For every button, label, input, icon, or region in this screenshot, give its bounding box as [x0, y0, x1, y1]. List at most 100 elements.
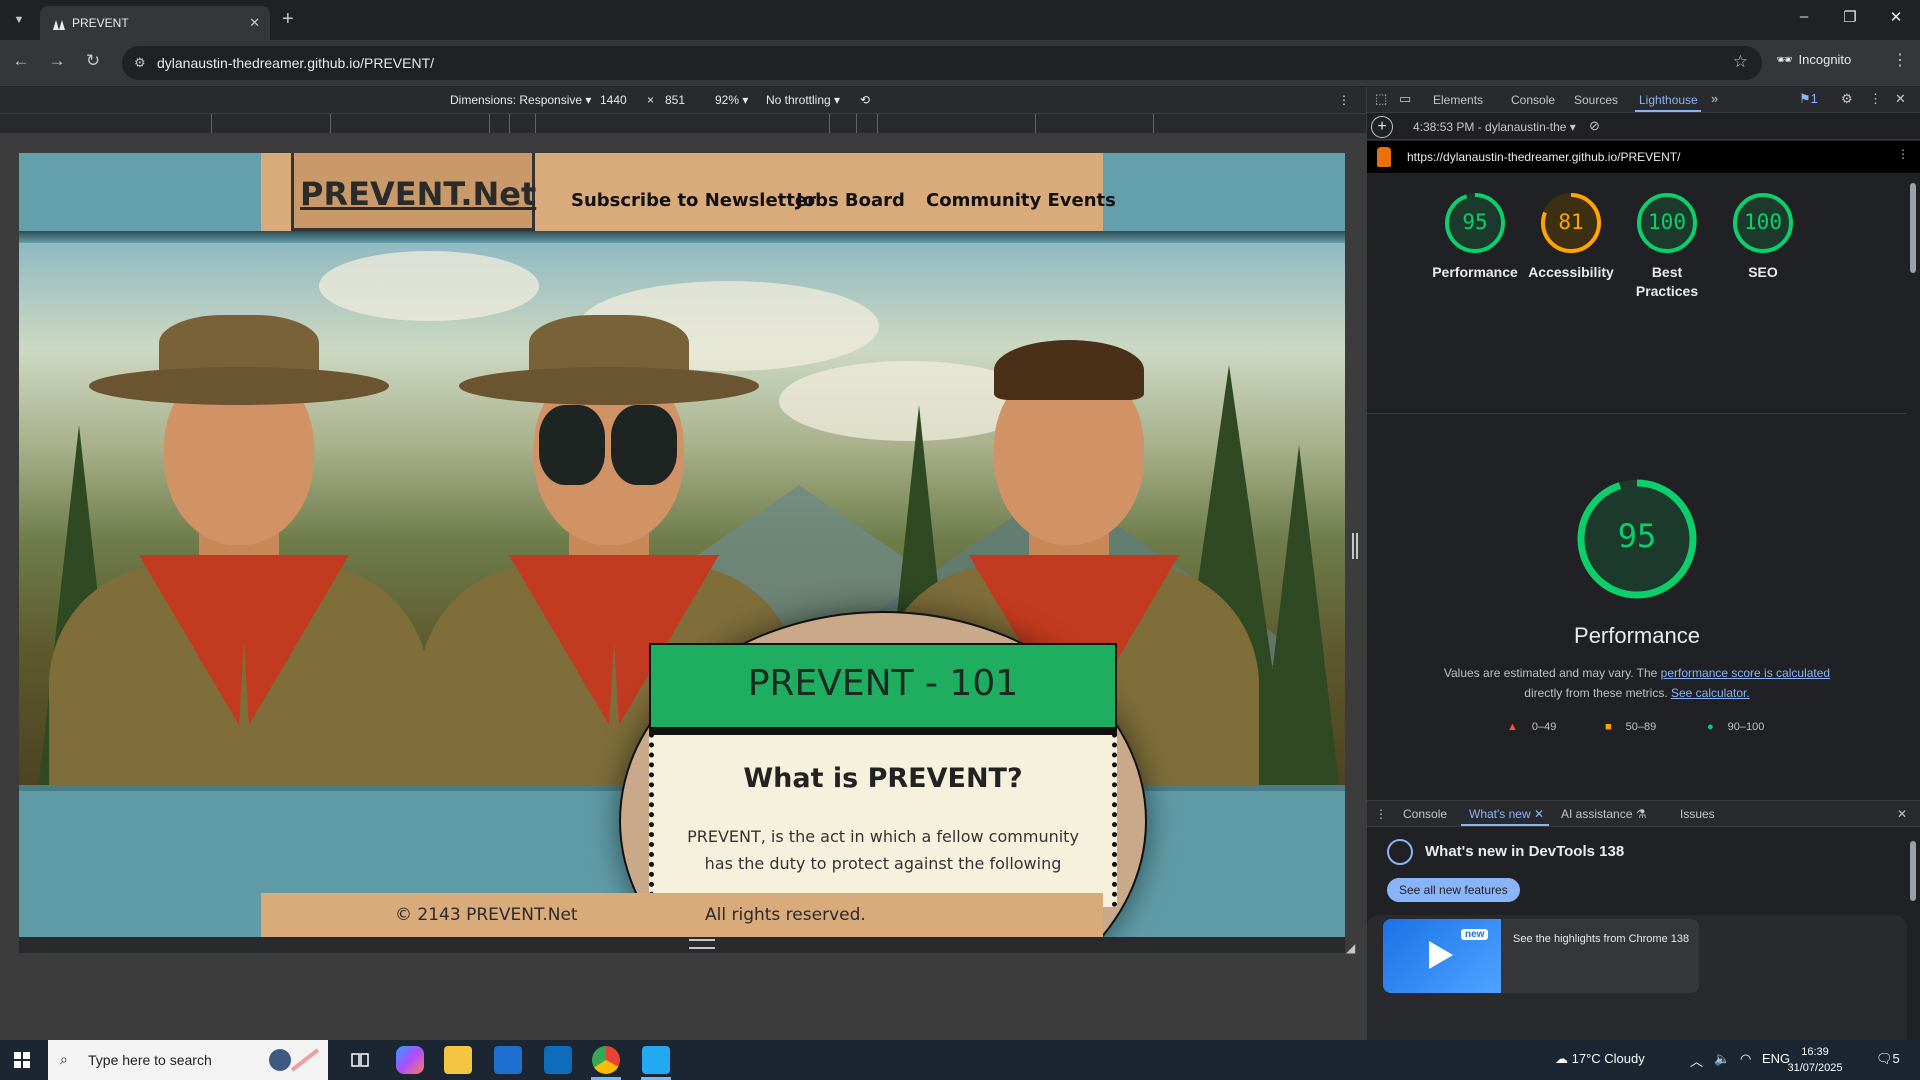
score-gauge-performance[interactable]: 95 Performance	[1427, 191, 1523, 282]
outlook-icon[interactable]	[544, 1046, 572, 1074]
restore-icon[interactable]: ❐	[1830, 8, 1870, 26]
devtools-menu-icon[interactable]: ⋮	[1869, 91, 1882, 107]
scout-left	[49, 315, 429, 785]
file-explorer-icon[interactable]	[444, 1046, 472, 1074]
taskbar-search-placeholder[interactable]: Type here to search	[88, 1052, 212, 1068]
tab-sources[interactable]: Sources	[1574, 93, 1618, 107]
score-gauge-seo[interactable]: 100 SEO	[1715, 191, 1811, 282]
wifi-icon[interactable]: ◠	[1740, 1051, 1751, 1067]
new-tab-button[interactable]: +	[282, 9, 294, 29]
windows-start-icon[interactable]	[14, 1052, 30, 1068]
highlight-text[interactable]: See the highlights from Chrome 138	[1513, 933, 1689, 945]
new-badge: new	[1461, 929, 1489, 940]
task-view-icon[interactable]	[346, 1046, 374, 1074]
score-gauge-accessibility[interactable]: 81 Accessibility	[1523, 191, 1619, 282]
forward-icon[interactable]: →	[46, 51, 68, 71]
tab-console[interactable]: Console	[1511, 93, 1555, 107]
drawer-tab-whats-new[interactable]: What's new ✕	[1469, 807, 1544, 821]
media-query-ruler[interactable]	[0, 113, 1366, 134]
url-text[interactable]: dylanaustin-thedreamer.github.io/PREVENT…	[157, 55, 434, 71]
dimensions-select[interactable]: Dimensions: Responsive ▾	[450, 93, 591, 107]
see-calculator-link[interactable]: See calculator.	[1671, 686, 1750, 700]
back-icon[interactable]: ←	[10, 51, 32, 71]
note-prefix: Values are estimated and may vary. The	[1443, 666, 1661, 680]
close-devtools-icon[interactable]: ✕	[1895, 91, 1906, 107]
nav-jobs-board[interactable]: Jobs Board	[796, 190, 905, 211]
highlight-video-item[interactable]: new See the highlights from Chrome 138	[1383, 919, 1699, 993]
viewport-resize-bar[interactable]	[19, 937, 1345, 953]
volume-icon[interactable]: 🔈	[1714, 1051, 1730, 1067]
side-resize-handle[interactable]	[1352, 533, 1358, 559]
height-input[interactable]: 851	[665, 93, 685, 107]
close-window-icon[interactable]: ✕	[1876, 8, 1916, 26]
zoom-value: 92%	[715, 93, 740, 107]
incognito-indicator[interactable]: 🕶 Incognito	[1776, 52, 1851, 68]
throttling-select[interactable]: No throttling ▾	[766, 93, 840, 107]
drawer-tab-ai-assistance[interactable]: AI assistance ⚗	[1561, 807, 1646, 821]
close-whats-new-icon[interactable]: ✕	[1534, 807, 1544, 821]
nav-newsletter[interactable]: Subscribe to Newsletter	[571, 190, 816, 211]
corner-resize-icon[interactable]: ◢	[1346, 941, 1355, 955]
search-icon: ⌕	[60, 1051, 68, 1067]
drawer-menu-icon[interactable]: ⋮	[1375, 807, 1387, 821]
report-scrollbar[interactable]	[1908, 173, 1918, 763]
drawer-tab-issues[interactable]: Issues	[1680, 807, 1715, 821]
rotate-icon[interactable]: ⟲	[860, 93, 870, 107]
chrome-menu-icon[interactable]: ⋮	[1892, 50, 1908, 70]
score-calculated-link[interactable]: performance score is calculated	[1661, 666, 1830, 680]
settings-gear-icon[interactable]: ⚙	[1841, 91, 1853, 107]
device-toggle-icon[interactable]: ▭	[1399, 91, 1411, 107]
play-icon	[1429, 941, 1453, 969]
clock[interactable]: 16:39 31/07/2025	[1780, 1044, 1850, 1076]
browser-tab[interactable]: PREVENT ✕	[40, 6, 270, 40]
score-gauge-best-practices[interactable]: 100 Best Practices	[1619, 191, 1715, 301]
inspect-element-icon[interactable]: ⬚	[1375, 91, 1387, 107]
report-options-icon[interactable]: ⋮	[1897, 147, 1909, 161]
tab-elements[interactable]: Elements	[1433, 93, 1483, 107]
report-select[interactable]: 4:38:53 PM - dylanaustin-the ▾	[1413, 120, 1576, 134]
see-all-features-button[interactable]: See all new features	[1387, 878, 1520, 902]
new-report-icon[interactable]: +	[1371, 116, 1393, 138]
taskbar-search-box[interactable]: ⌕ Type here to search	[48, 1040, 328, 1080]
score-note: Values are estimated and may vary. The p…	[1427, 663, 1847, 703]
emulated-viewport: PREVENT.Net Subscribe to Newsletter Jobs…	[0, 133, 1366, 1048]
bookmark-star-icon[interactable]: ☆	[1733, 52, 1748, 72]
zoom-select[interactable]: 92% ▾	[715, 93, 748, 107]
big-score-value: 95	[1617, 517, 1657, 555]
score-ring: 100	[1731, 191, 1795, 255]
vscode-icon[interactable]	[642, 1046, 670, 1074]
reload-icon[interactable]: ↻	[82, 51, 104, 71]
notifications-icon[interactable]: 🗨5	[1876, 1051, 1900, 1067]
site-info-icon[interactable]: ⚙	[134, 55, 146, 71]
lighthouse-report: 95 Performance 81 Accessibility 100 Best Prac…	[1367, 173, 1907, 849]
close-tab-icon[interactable]: ✕	[249, 15, 260, 31]
weather-text: 17°C Cloudy	[1571, 1051, 1645, 1066]
more-tabs-icon[interactable]: »	[1711, 91, 1718, 106]
drawer-scrollbar[interactable]	[1908, 827, 1918, 1047]
tab-lighthouse[interactable]: Lighthouse	[1639, 93, 1698, 107]
report-divider	[1367, 413, 1907, 414]
report-url[interactable]: https://dylanaustin-thedreamer.github.io…	[1407, 150, 1680, 164]
chrome-taskbar-icon[interactable]	[592, 1046, 620, 1074]
tray-overflow-icon[interactable]: ︿	[1690, 1051, 1703, 1070]
copilot-icon[interactable]	[396, 1046, 424, 1074]
device-options-icon[interactable]: ⋮	[1338, 93, 1350, 107]
clear-reports-icon[interactable]: ⊘	[1589, 118, 1600, 134]
weather-widget[interactable]: ☁ 17°C Cloudy	[1555, 1051, 1645, 1067]
site-logo[interactable]: PREVENT.Net	[291, 153, 536, 231]
weather-icon: ☁	[1555, 1051, 1568, 1066]
drawer-tab-console[interactable]: Console	[1403, 807, 1447, 821]
width-input[interactable]: 1440	[600, 93, 627, 107]
tab-search-button[interactable]: ▼	[6, 9, 32, 31]
address-bar[interactable]: ⚙ dylanaustin-thedreamer.github.io/PREVE…	[122, 46, 1762, 80]
video-thumbnail[interactable]: new	[1383, 919, 1501, 993]
close-drawer-icon[interactable]: ✕	[1897, 807, 1907, 821]
bottom-resize-handle[interactable]	[689, 939, 715, 949]
microsoft-store-icon[interactable]	[494, 1046, 522, 1074]
devtools-drawer: ⋮ Console What's new ✕ AI assistance ⚗ I…	[1367, 800, 1920, 1049]
logo-text[interactable]: PREVENT.Net	[300, 175, 536, 213]
card-banner-text: PREVENT - 101	[747, 663, 1019, 704]
issues-badge[interactable]: ⚑1	[1799, 91, 1818, 107]
nav-community-events[interactable]: Community Events	[926, 190, 1116, 211]
minimize-icon[interactable]: –	[1784, 8, 1824, 25]
